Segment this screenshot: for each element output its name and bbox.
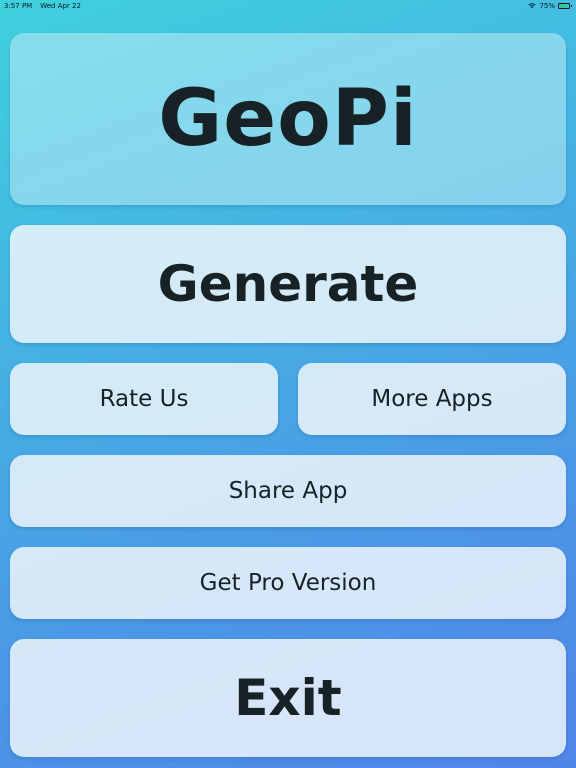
- get-pro-version-button[interactable]: Get Pro Version: [10, 547, 566, 619]
- more-apps-button-label: More Apps: [371, 386, 493, 412]
- get-pro-version-button-label: Get Pro Version: [199, 570, 377, 596]
- share-app-button[interactable]: Share App: [10, 455, 566, 527]
- status-time: 3:57 PM: [4, 2, 33, 10]
- status-bar: 3:57 PM Wed Apr 22 75%: [0, 0, 576, 12]
- status-right: 75%: [528, 0, 572, 12]
- generate-button[interactable]: Generate: [10, 225, 566, 343]
- wifi-icon: [528, 3, 537, 9]
- app-title: GeoPi: [158, 74, 418, 164]
- share-app-button-label: Share App: [228, 478, 348, 504]
- app-title-panel: GeoPi: [10, 33, 566, 205]
- more-apps-button[interactable]: More Apps: [298, 363, 566, 435]
- generate-button-label: Generate: [157, 255, 419, 313]
- rate-us-button[interactable]: Rate Us: [10, 363, 278, 435]
- status-left: 3:57 PM Wed Apr 22: [4, 0, 81, 12]
- exit-button[interactable]: Exit: [10, 639, 566, 757]
- battery-icon: [558, 3, 572, 9]
- status-date: Wed Apr 22: [40, 2, 81, 10]
- battery-percent: 75%: [539, 2, 555, 10]
- exit-button-label: Exit: [234, 669, 342, 727]
- rate-us-button-label: Rate Us: [99, 386, 189, 412]
